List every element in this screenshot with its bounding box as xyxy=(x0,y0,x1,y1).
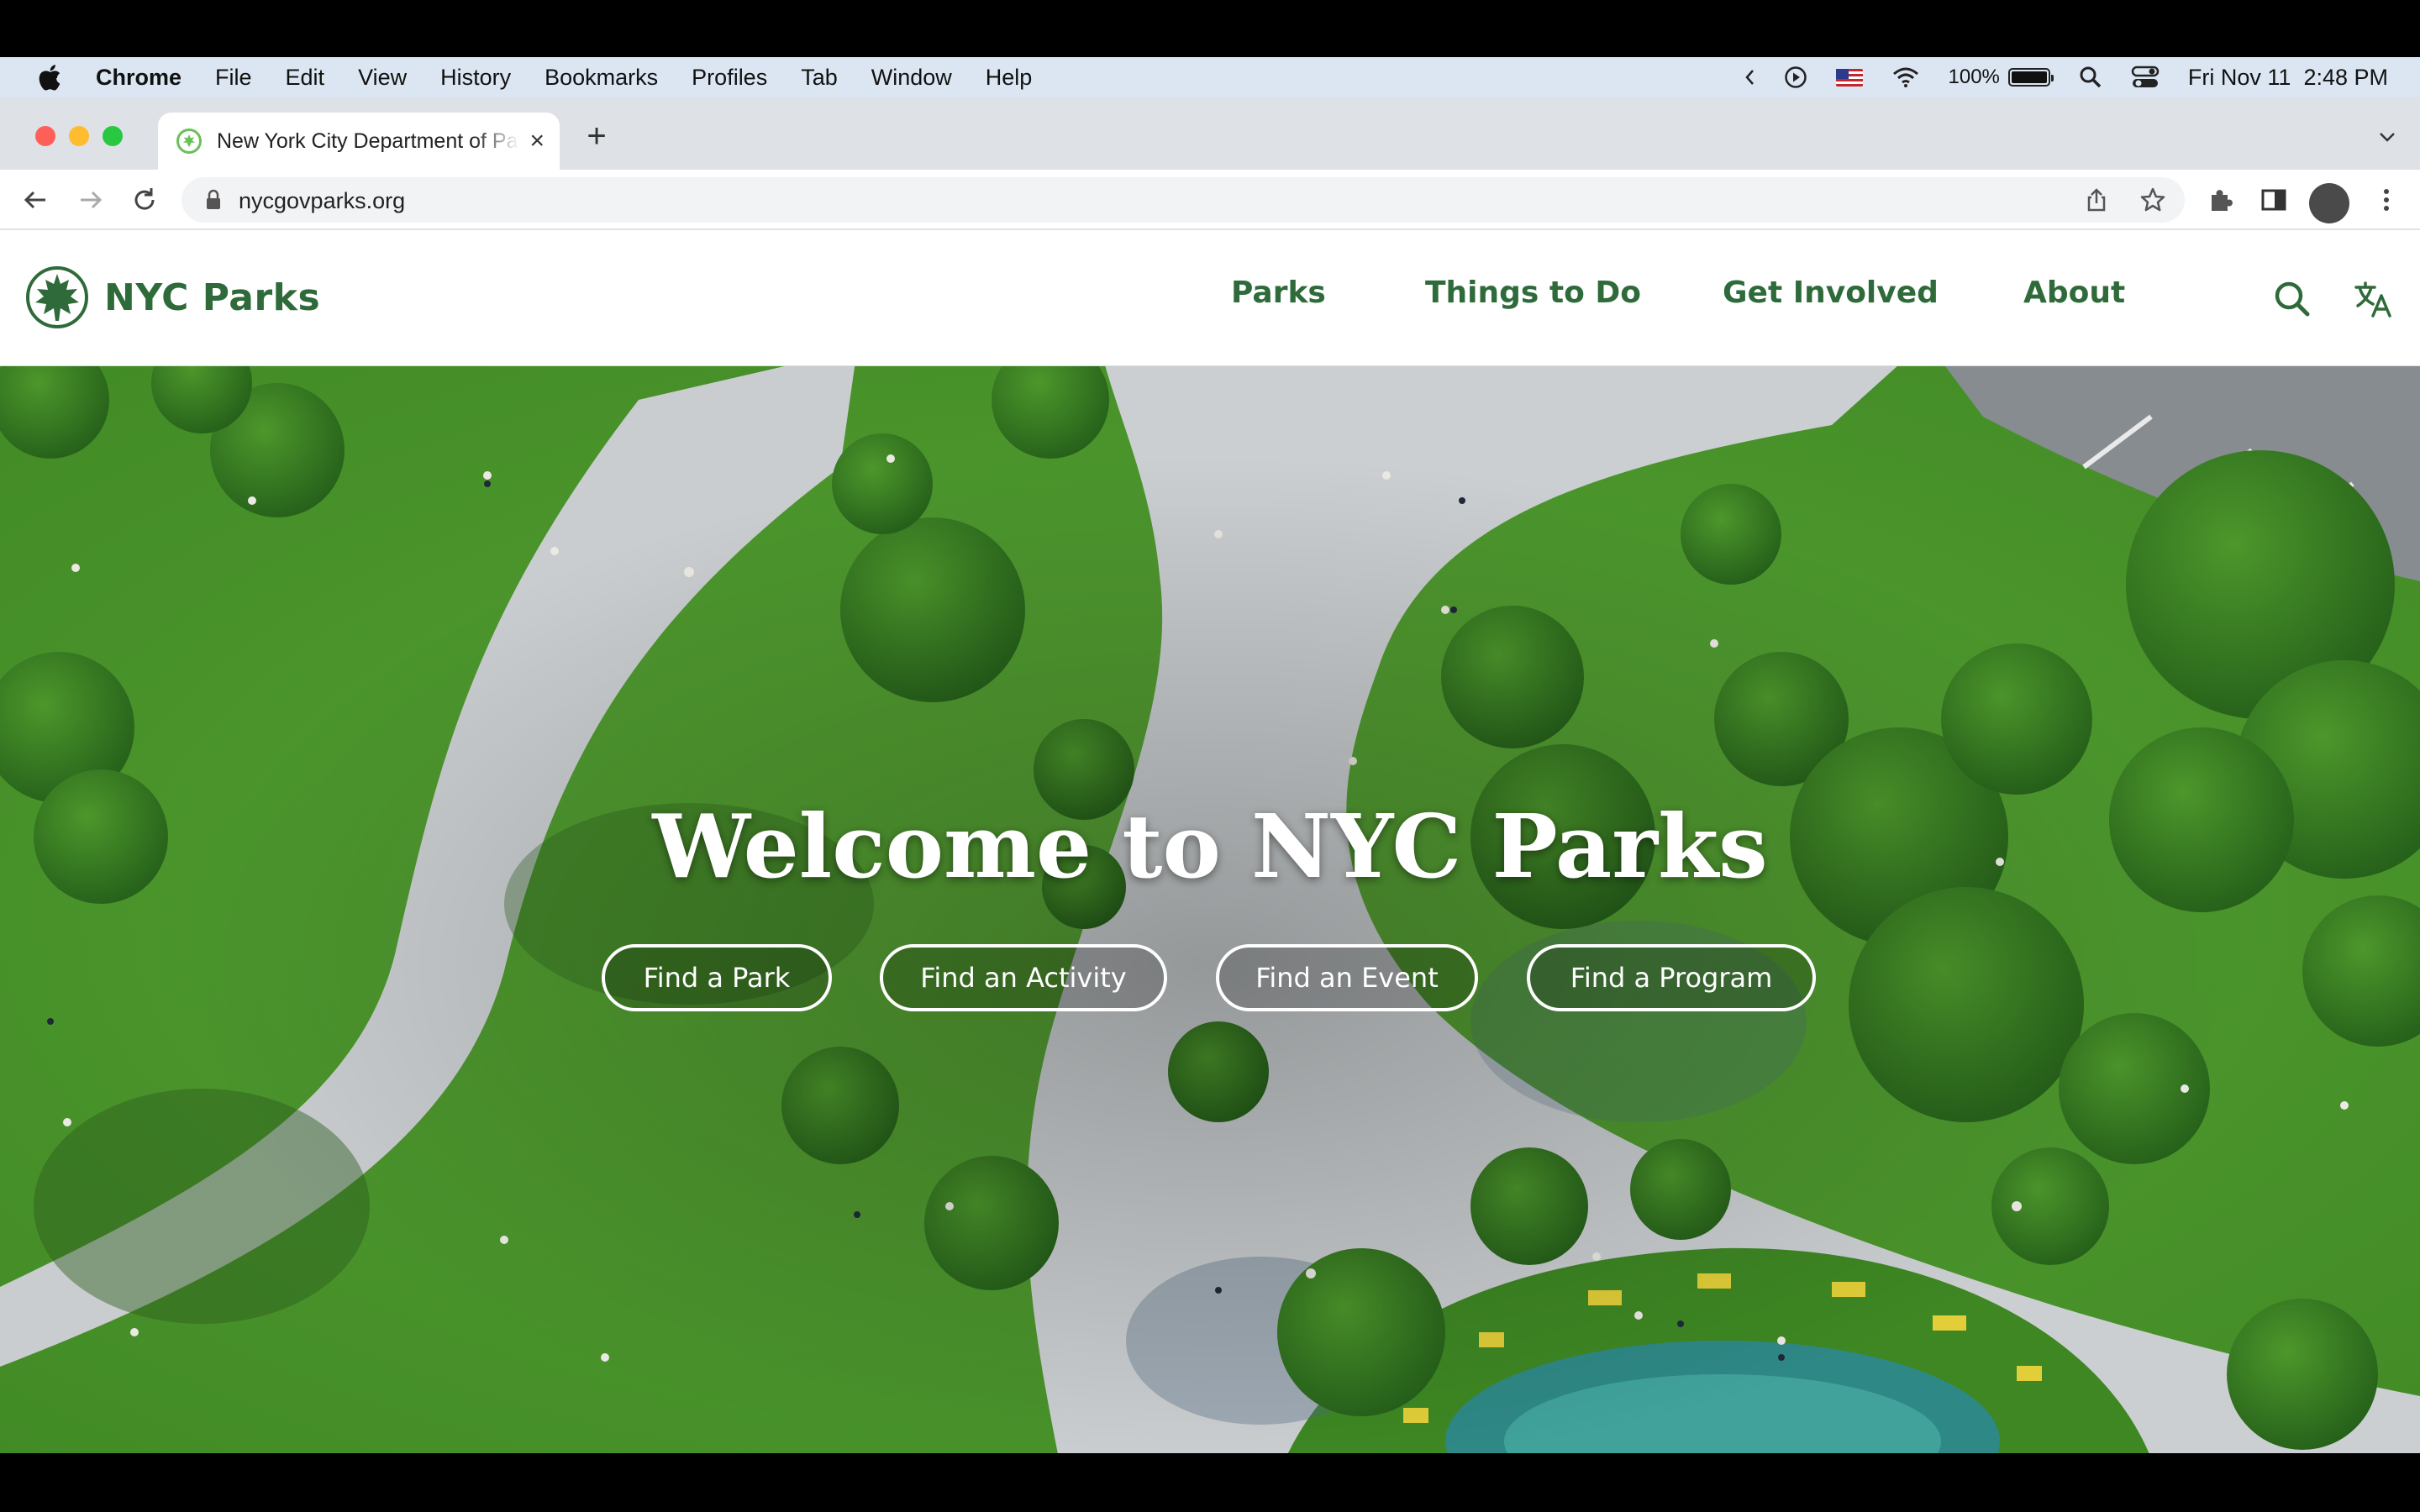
nav-things-to-do[interactable]: Things to Do xyxy=(1425,276,1641,310)
input-source-flag-icon[interactable] xyxy=(1835,68,1863,87)
hero-overlay xyxy=(0,366,2420,1453)
tab-strip: New York City Department of Parks & Recr… xyxy=(0,97,2420,170)
tab-search-chevron-icon[interactable] xyxy=(2376,126,2398,148)
menu-bookmarks[interactable]: Bookmarks xyxy=(544,65,658,91)
browser-tab-active[interactable]: New York City Department of Parks & Recr… xyxy=(158,113,560,170)
menu-edit[interactable]: Edit xyxy=(286,65,325,91)
web-page: NYC Parks Parks Things to Do Get Involve… xyxy=(0,232,2420,1453)
find-an-activity-button[interactable]: Find an Activity xyxy=(880,944,1167,1011)
menu-file[interactable]: File xyxy=(215,65,252,91)
now-playing-icon[interactable] xyxy=(1784,66,1807,89)
nav-get-involved[interactable]: Get Involved xyxy=(1723,276,1939,310)
back-arrow-icon[interactable] xyxy=(20,185,50,215)
nav-parks[interactable]: Parks xyxy=(1231,276,1326,310)
forward-arrow-icon[interactable] xyxy=(76,185,106,215)
profile-avatar[interactable] xyxy=(2309,183,2349,223)
more-menu-icon[interactable] xyxy=(2371,185,2402,215)
tab-title: New York City Department of Parks & Recr… xyxy=(217,129,519,153)
battery-percent: 100% xyxy=(1948,66,2000,88)
address-url[interactable]: nycgovparks.org xyxy=(239,188,405,214)
menu-window[interactable]: Window xyxy=(871,65,952,91)
control-center-icon[interactable] xyxy=(2131,66,2160,89)
wifi-icon[interactable] xyxy=(1891,66,1920,88)
main-nav: Parks Things to Do Get Involved About xyxy=(0,276,2420,323)
share-icon[interactable] xyxy=(2084,187,2109,213)
menu-tab[interactable]: Tab xyxy=(801,65,838,91)
minimize-window-button[interactable] xyxy=(69,126,89,146)
menu-clock[interactable]: Fri Nov 11 2:48 PM xyxy=(2188,65,2388,91)
browser-window: New York City Department of Parks & Recr… xyxy=(0,97,2420,1453)
chevron-left-icon[interactable] xyxy=(1744,68,1755,87)
lock-icon[interactable] xyxy=(205,189,222,211)
menu-help[interactable]: Help xyxy=(986,65,1033,91)
extensions-puzzle-icon[interactable] xyxy=(2207,185,2237,215)
menu-app-name[interactable]: Chrome xyxy=(96,65,182,91)
hero-title: Welcome to NYC Parks xyxy=(652,795,1768,898)
nav-about[interactable]: About xyxy=(2023,276,2125,310)
bookmark-star-icon[interactable] xyxy=(2139,186,2166,213)
new-tab-button[interactable]: + xyxy=(578,119,615,156)
menu-history[interactable]: History xyxy=(440,65,511,91)
search-icon[interactable] xyxy=(2272,279,2312,319)
zoom-window-button[interactable] xyxy=(103,126,123,146)
find-a-park-button[interactable]: Find a Park xyxy=(602,944,832,1011)
address-bar[interactable]: nycgovparks.org xyxy=(182,177,2185,223)
apple-icon[interactable] xyxy=(37,63,62,92)
close-window-button[interactable] xyxy=(35,126,55,146)
battery-icon[interactable] xyxy=(2007,68,2054,87)
reload-icon[interactable] xyxy=(129,185,160,215)
hero-button-group: Find a Park Find an Activity Find an Eve… xyxy=(0,944,2420,1011)
spotlight-search-icon[interactable] xyxy=(2079,66,2102,89)
translate-icon[interactable] xyxy=(2353,279,2393,319)
browser-toolbar: nycgovparks.org xyxy=(0,170,2420,230)
find-an-event-button[interactable]: Find an Event xyxy=(1216,944,1478,1011)
close-tab-icon[interactable]: × xyxy=(529,129,544,154)
find-a-program-button[interactable]: Find a Program xyxy=(1527,944,1816,1011)
menu-profiles[interactable]: Profiles xyxy=(692,65,767,91)
nyc-parks-favicon-icon xyxy=(176,129,202,154)
site-header: NYC Parks Parks Things to Do Get Involve… xyxy=(0,232,2420,366)
hero-section: Welcome to NYC Parks Find a Park Find an… xyxy=(0,366,2420,1453)
macos-menu-bar: Chrome File Edit View History Bookmarks … xyxy=(0,57,2420,97)
menu-view[interactable]: View xyxy=(358,65,407,91)
side-panel-icon[interactable] xyxy=(2259,185,2289,215)
